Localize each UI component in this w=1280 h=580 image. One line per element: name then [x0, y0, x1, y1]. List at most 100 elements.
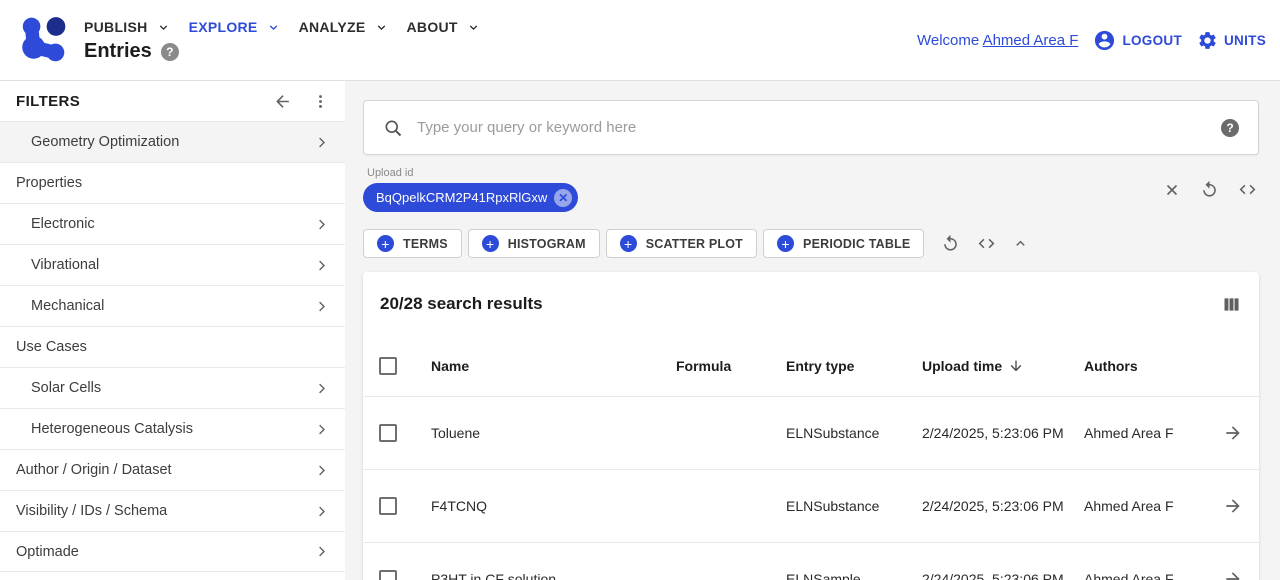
chevron-right-icon	[314, 135, 329, 150]
sidebar-item-solar-cells[interactable]: Solar Cells	[0, 367, 345, 408]
nav-explore[interactable]: EXPLORE	[189, 19, 280, 35]
row-checkbox[interactable]	[379, 497, 397, 515]
chevron-right-icon	[314, 463, 329, 478]
add-periodic-table-button[interactable]: + PERIODIC TABLE	[763, 229, 924, 258]
add-circle-icon: +	[377, 235, 394, 252]
nav-about[interactable]: ABOUT	[407, 19, 480, 35]
app-header: PUBLISH EXPLORE ANALYZE ABOUT Entries ? …	[0, 0, 1280, 81]
sidebar-item-heterogeneous-catalysis[interactable]: Heterogeneous Catalysis	[0, 408, 345, 449]
open-entry-arrow-icon[interactable]	[1223, 569, 1243, 580]
sort-desc-arrow-icon	[1008, 358, 1024, 374]
chip-delete-icon[interactable]: ✕	[554, 189, 572, 207]
search-input[interactable]	[417, 119, 1207, 136]
search-results-card: 20/28 search results Name Formula Entry …	[363, 272, 1259, 580]
upload-id-chip[interactable]: BqQpelkCRM2P41RpxRlGxw ✕	[363, 183, 578, 212]
sidebar-item-visibility-ids-schema[interactable]: Visibility / IDs / Schema	[0, 490, 345, 531]
add-scatter-plot-button[interactable]: + SCATTER PLOT	[606, 229, 757, 258]
chevron-up-icon[interactable]	[1013, 236, 1028, 251]
chevron-down-icon	[267, 21, 280, 34]
gear-icon	[1197, 30, 1218, 51]
column-header-formula[interactable]: Formula	[676, 358, 786, 374]
units-button[interactable]: UNITS	[1197, 30, 1266, 51]
select-all-checkbox[interactable]	[379, 357, 397, 375]
cell-name: P3HT in CF solution	[431, 571, 676, 580]
cell-entry-type: ELNSubstance	[786, 498, 922, 514]
table-row[interactable]: Toluene ELNSubstance 2/24/2025, 5:23:06 …	[363, 396, 1259, 469]
nav-publish[interactable]: PUBLISH	[84, 19, 170, 35]
nomad-logo[interactable]	[16, 13, 70, 67]
column-header-entry-type[interactable]: Entry type	[786, 358, 922, 374]
cell-entry-type: ELNSample	[786, 571, 922, 580]
cell-entry-type: ELNSubstance	[786, 425, 922, 441]
header-left: PUBLISH EXPLORE ANALYZE ABOUT Entries ?	[84, 17, 480, 63]
chevron-right-icon	[314, 381, 329, 396]
sidebar-item-author-origin-dataset[interactable]: Author / Origin / Dataset	[0, 449, 345, 490]
sidebar-item-electronic[interactable]: Electronic	[0, 203, 345, 244]
column-header-authors[interactable]: Authors	[1084, 358, 1208, 374]
add-circle-icon: +	[777, 235, 794, 252]
table-row[interactable]: P3HT in CF solution ELNSample 2/24/2025,…	[363, 542, 1259, 580]
code-icon[interactable]	[1238, 180, 1257, 199]
clear-filters-icon[interactable]	[1163, 181, 1181, 199]
sidebar-section-use-cases: Use Cases	[0, 326, 345, 367]
chevron-right-icon	[314, 544, 329, 559]
account-icon	[1093, 29, 1116, 52]
add-circle-icon: +	[482, 235, 499, 252]
column-settings-icon[interactable]	[1221, 294, 1242, 315]
user-name-link[interactable]: Ahmed Area F	[983, 32, 1079, 49]
refresh-icon[interactable]	[1200, 180, 1219, 199]
row-checkbox[interactable]	[379, 424, 397, 442]
add-circle-icon: +	[620, 235, 637, 252]
welcome-user-link[interactable]: Welcome Ahmed Area F	[917, 32, 1078, 49]
logout-button[interactable]: LOGOUT	[1093, 29, 1182, 52]
row-checkbox[interactable]	[379, 570, 397, 580]
header-right: Welcome Ahmed Area F LOGOUT UNITS	[917, 29, 1266, 52]
main-nav: PUBLISH EXPLORE ANALYZE ABOUT	[84, 19, 480, 35]
cell-name: Toluene	[431, 425, 676, 441]
cell-name: F4TCNQ	[431, 498, 676, 514]
chevron-right-icon	[314, 422, 329, 437]
cell-upload-time: 2/24/2025, 5:23:06 PM	[922, 423, 1072, 443]
page-help-icon[interactable]: ?	[161, 43, 179, 61]
reset-widgets-icon[interactable]	[941, 234, 960, 253]
sidebar-item-optimade[interactable]: Optimade	[0, 531, 345, 572]
add-terms-button[interactable]: + TERMS	[363, 229, 462, 258]
open-entry-arrow-icon[interactable]	[1223, 496, 1243, 516]
chevron-right-icon	[314, 299, 329, 314]
search-bar: ?	[363, 100, 1259, 155]
column-header-upload-time[interactable]: Upload time	[922, 358, 1084, 374]
add-histogram-button[interactable]: + HISTOGRAM	[468, 229, 600, 258]
sidebar-item-vibrational[interactable]: Vibrational	[0, 244, 345, 285]
page-title: Entries	[84, 40, 152, 63]
search-help-icon[interactable]: ?	[1221, 119, 1239, 137]
chevron-down-icon	[467, 21, 480, 34]
applied-filters-row: Upload id BqQpelkCRM2P41RpxRlGxw ✕	[363, 167, 1259, 212]
table-row[interactable]: F4TCNQ ELNSubstance 2/24/2025, 5:23:06 P…	[363, 469, 1259, 542]
table-header-row: Name Formula Entry type Upload time Auth…	[363, 336, 1259, 396]
sidebar-item-mechanical[interactable]: Mechanical	[0, 285, 345, 326]
widgets-toolbar: + TERMS + HISTOGRAM + SCATTER PLOT + PER…	[363, 229, 1259, 258]
cell-authors: Ahmed Area F	[1084, 569, 1176, 580]
filters-sidebar: FILTERS Geometry Optimization Properties…	[0, 81, 345, 580]
column-header-name[interactable]: Name	[431, 358, 676, 374]
filters-title: FILTERS	[16, 93, 80, 110]
open-entry-arrow-icon[interactable]	[1223, 423, 1243, 443]
chevron-right-icon	[314, 217, 329, 232]
results-summary: 20/28 search results	[380, 294, 543, 314]
sidebar-section-properties: Properties	[0, 162, 345, 203]
collapse-sidebar-arrow-icon[interactable]	[273, 92, 292, 111]
nav-analyze[interactable]: ANALYZE	[299, 19, 388, 35]
chevron-right-icon	[314, 258, 329, 273]
cell-authors: Ahmed Area F	[1084, 423, 1176, 443]
cell-authors: Ahmed Area F	[1084, 496, 1176, 516]
chevron-down-icon	[157, 21, 170, 34]
cell-upload-time: 2/24/2025, 5:23:06 PM	[922, 496, 1072, 516]
code-icon[interactable]	[977, 234, 996, 253]
cell-upload-time: 2/24/2025, 5:23:06 PM	[922, 569, 1072, 580]
more-options-icon[interactable]	[312, 93, 329, 110]
sidebar-item-geometry-optimization[interactable]: Geometry Optimization	[0, 121, 345, 162]
chevron-down-icon	[375, 21, 388, 34]
search-icon	[383, 118, 403, 138]
main-content: ? Upload id BqQpelkCRM2P41RpxRlGxw ✕	[345, 81, 1280, 580]
chevron-right-icon	[314, 504, 329, 519]
